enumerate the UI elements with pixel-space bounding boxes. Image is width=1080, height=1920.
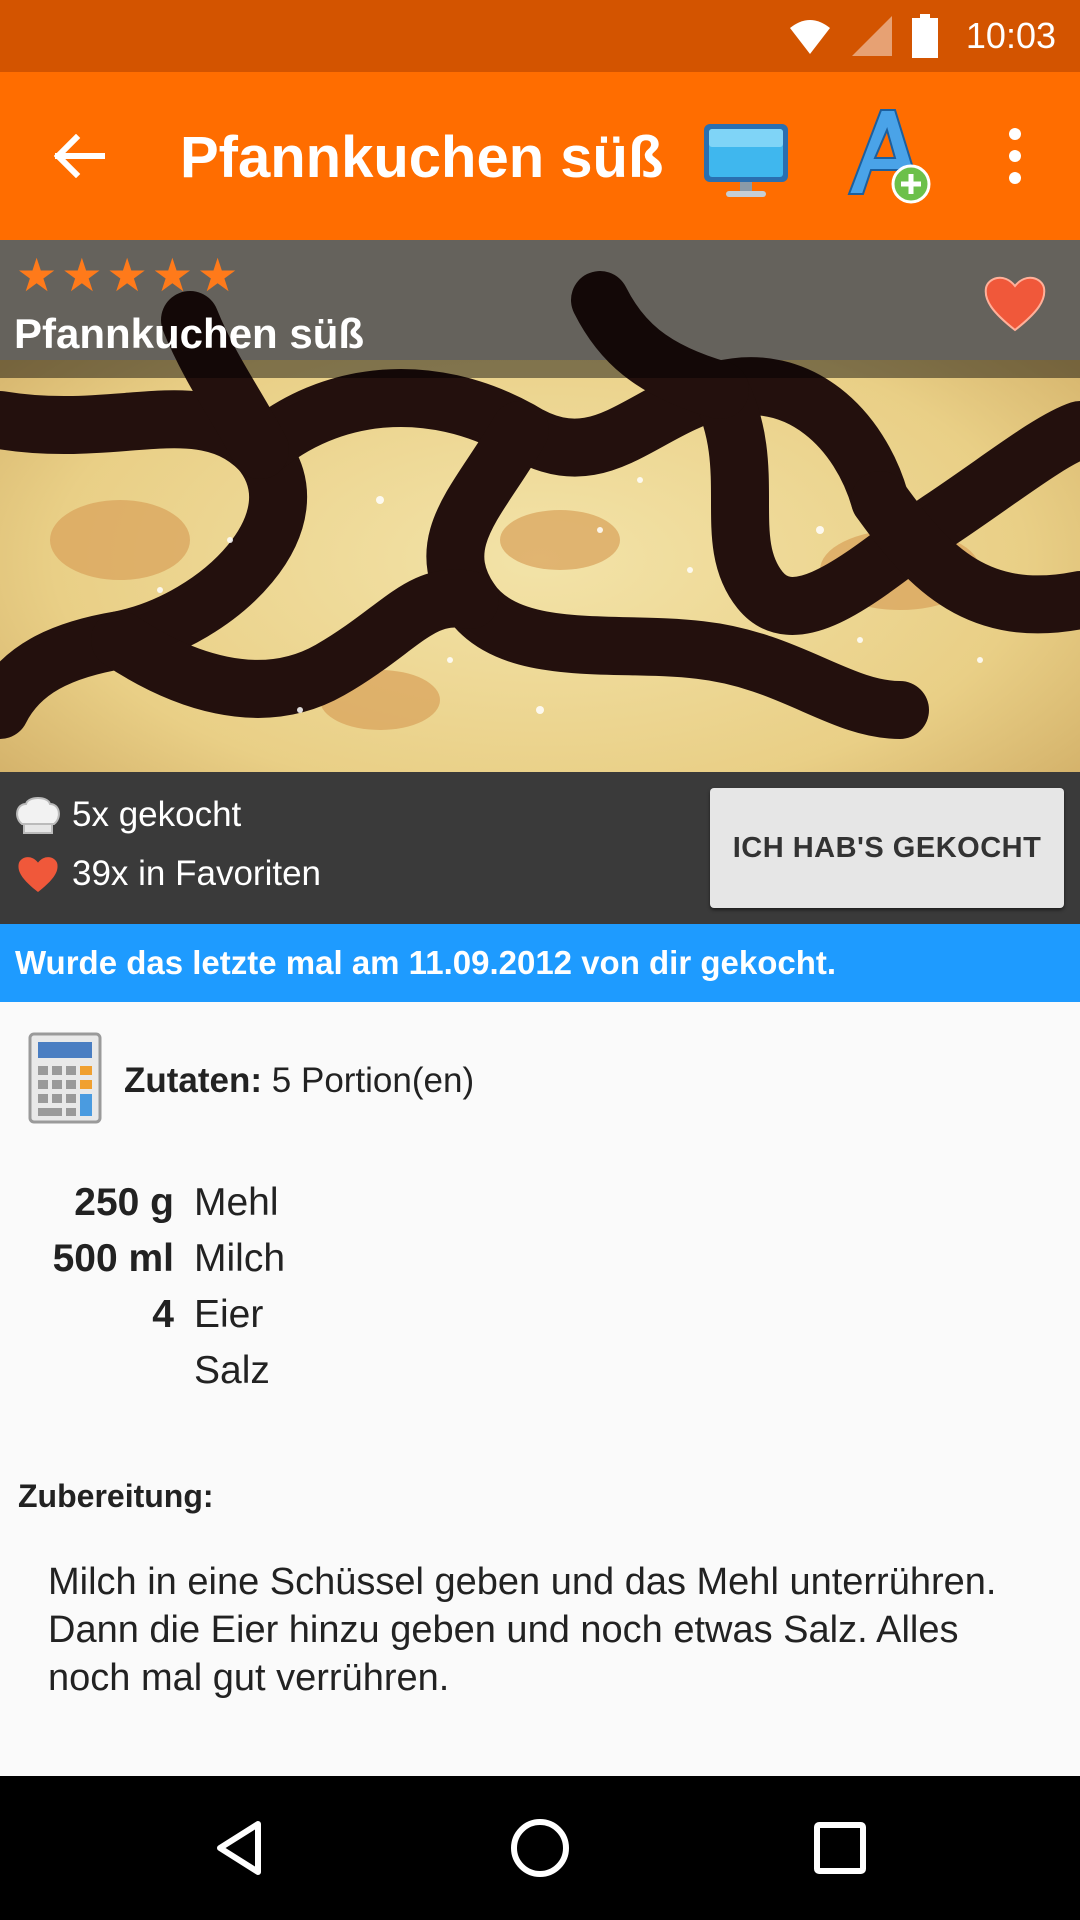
back-arrow-icon — [54, 134, 105, 178]
cell-signal-icon — [851, 16, 892, 56]
nav-recents-button[interactable] — [804, 1812, 876, 1884]
nav-back-button[interactable] — [204, 1812, 276, 1884]
cooked-count-row: 5x gekocht — [14, 794, 241, 836]
star-icon: ★ — [151, 249, 193, 301]
hero-header: ★ ★ ★ ★ ★ Pfannkuchen süß — [0, 240, 1080, 378]
list-item: 500 ml Milch — [0, 1231, 1080, 1287]
recents-square-icon — [814, 1822, 866, 1874]
heart-icon — [18, 857, 58, 892]
app-bar: Pfannkuchen süß — [0, 72, 1080, 240]
portion-count: 5 Portion(en) — [271, 1060, 475, 1100]
home-circle-icon — [511, 1819, 569, 1877]
star-icon: ★ — [106, 249, 148, 301]
overflow-menu-button[interactable] — [985, 116, 1045, 196]
rating-stars: ★ ★ ★ ★ ★ — [16, 250, 238, 300]
star-icon: ★ — [16, 249, 58, 301]
favorite-button[interactable] — [982, 270, 1048, 336]
calculator-icon — [28, 1032, 102, 1124]
ingredient-quantity: 4 — [152, 1293, 174, 1336]
battery-icon — [911, 14, 938, 58]
ingredients-label: Zutaten: 5 Portion(en) — [124, 1061, 474, 1101]
favorites-count-row: 39x in Favoriten — [14, 852, 321, 896]
list-item: 250 g Mehl — [0, 1175, 1080, 1231]
ingredient-name: Milch — [194, 1237, 286, 1280]
ingredient-quantity: 500 ml — [52, 1237, 174, 1280]
preparation-step: Dann die Eier hinzu geben und noch etwas… — [48, 1609, 959, 1699]
ingredients-title: Zutaten: — [124, 1060, 263, 1100]
status-time: 10:03 — [965, 15, 1056, 56]
star-icon: ★ — [61, 249, 103, 301]
tv-icon — [704, 124, 788, 197]
ingredients-header: Zutaten: 5 Portion(en) — [26, 1030, 474, 1131]
status-bar: 10:03 — [0, 0, 1080, 72]
ingredient-name: Salz — [194, 1349, 270, 1392]
cooked-count: 5x gekocht — [72, 795, 242, 834]
preparation-title: Zubereitung: — [18, 1478, 214, 1514]
heart-icon — [984, 276, 1046, 332]
ingredient-quantity: 250 g — [74, 1181, 174, 1224]
list-item: 4 Eier — [0, 1287, 1080, 1343]
star-icon: ★ — [197, 249, 239, 301]
portion-calculator-button[interactable] — [26, 1030, 104, 1131]
preparation-step: Milch in eine Schüssel geben und das Meh… — [48, 1561, 997, 1603]
recipe-photo: ★ ★ ★ ★ ★ Pfannkuchen süß — [0, 240, 1080, 772]
ingredient-name: Mehl — [194, 1181, 279, 1224]
system-nav-bar — [0, 1776, 1080, 1920]
back-button[interactable] — [40, 116, 120, 196]
list-item: Salz — [0, 1343, 1080, 1399]
favorites-count: 39x in Favoriten — [72, 854, 322, 893]
preparation-text: Milch in eine Schüssel geben und das Meh… — [48, 1558, 1048, 1702]
back-triangle-icon — [217, 1821, 261, 1875]
chef-hat-icon — [16, 797, 60, 834]
page-title: Pfannkuchen süß — [180, 125, 664, 190]
font-add-icon — [847, 109, 931, 204]
cooked-it-button[interactable]: ICH HAB'S GEKOCHT — [710, 788, 1064, 908]
wifi-icon — [789, 20, 830, 54]
nav-home-button[interactable] — [504, 1812, 576, 1884]
last-cooked-banner: Wurde das letzte mal am 11.09.2012 von d… — [0, 924, 1080, 1002]
recipe-title: Pfannkuchen süß — [14, 310, 365, 357]
font-size-button[interactable] — [835, 100, 945, 210]
stats-bar: 5x gekocht 39x in Favoriten ICH HAB'S GE… — [0, 772, 1080, 924]
ingredient-list: 250 g Mehl 500 ml Milch 4 Eier Salz — [0, 1175, 1080, 1399]
ingredient-name: Eier — [194, 1293, 264, 1336]
tv-mode-button[interactable] — [690, 102, 800, 212]
more-vert-icon — [1009, 128, 1021, 140]
